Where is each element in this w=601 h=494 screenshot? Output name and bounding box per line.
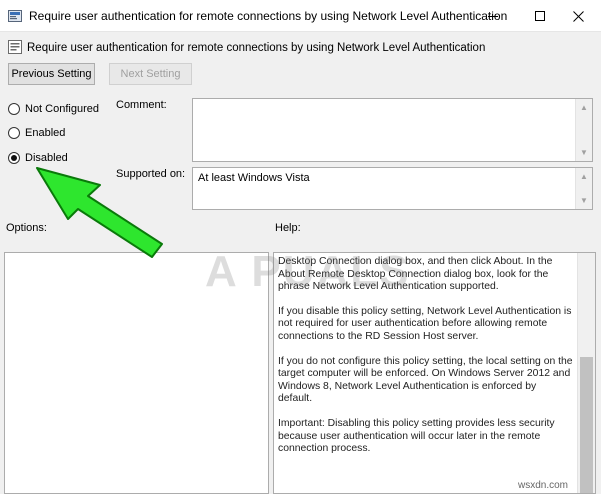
comment-textarea[interactable]: ▲ ▼	[192, 98, 593, 162]
scroll-thumb[interactable]	[580, 357, 593, 493]
radio-enabled[interactable]: Enabled	[8, 127, 65, 139]
radio-circle-selected[interactable]	[8, 152, 20, 164]
setting-title: Require user authentication for remote c…	[27, 42, 486, 54]
radio-circle[interactable]	[8, 103, 20, 115]
help-paragraph: Important: Disabling this policy setting…	[278, 417, 555, 455]
options-label: Options:	[6, 222, 47, 234]
supported-on-field: At least Windows Vista ▲ ▼	[192, 167, 593, 210]
window-title: Require user authentication for remote c…	[29, 9, 508, 23]
comment-scrollbar[interactable]: ▲ ▼	[575, 99, 592, 161]
previous-setting-button[interactable]: Previous Setting	[8, 63, 95, 85]
title-bar: Require user authentication for remote c…	[0, 0, 601, 32]
help-paragraph: If you disable this policy setting, Netw…	[278, 305, 572, 342]
radio-not-configured[interactable]: Not Configured	[8, 103, 99, 115]
maximize-icon	[535, 11, 545, 21]
supported-on-label: Supported on:	[116, 168, 186, 180]
close-button[interactable]	[555, 0, 601, 32]
dialog-body: Require user authentication for remote c…	[0, 32, 601, 494]
minimize-button[interactable]	[470, 0, 516, 32]
radio-label: Not Configured	[25, 103, 99, 115]
close-icon	[572, 10, 584, 22]
supported-scrollbar[interactable]: ▲ ▼	[575, 168, 592, 209]
setting-header: Require user authentication for remote c…	[8, 40, 485, 54]
help-paragraph: If you do not configure this policy sett…	[278, 355, 573, 405]
watermark-site: wsxdn.com	[518, 480, 569, 491]
scroll-down-icon[interactable]: ▼	[576, 144, 592, 161]
radio-circle[interactable]	[8, 127, 20, 139]
scroll-up-icon[interactable]: ▲	[576, 99, 592, 116]
scroll-down-icon[interactable]: ▼	[576, 192, 592, 209]
help-label: Help:	[275, 222, 301, 234]
setting-icon	[8, 40, 22, 54]
watermark-logo: A PUALS	[205, 247, 411, 296]
comment-label: Comment:	[116, 99, 167, 111]
radio-disabled[interactable]: Disabled	[8, 152, 68, 164]
radio-label: Disabled	[25, 152, 68, 164]
help-scrollbar[interactable]	[577, 253, 595, 493]
supported-on-value: At least Windows Vista	[198, 172, 310, 184]
minimize-icon	[488, 16, 498, 17]
policy-editor-icon	[8, 10, 22, 22]
next-setting-button[interactable]: Next Setting	[109, 63, 192, 85]
radio-label: Enabled	[25, 127, 66, 139]
scroll-up-icon[interactable]: ▲	[576, 168, 592, 185]
